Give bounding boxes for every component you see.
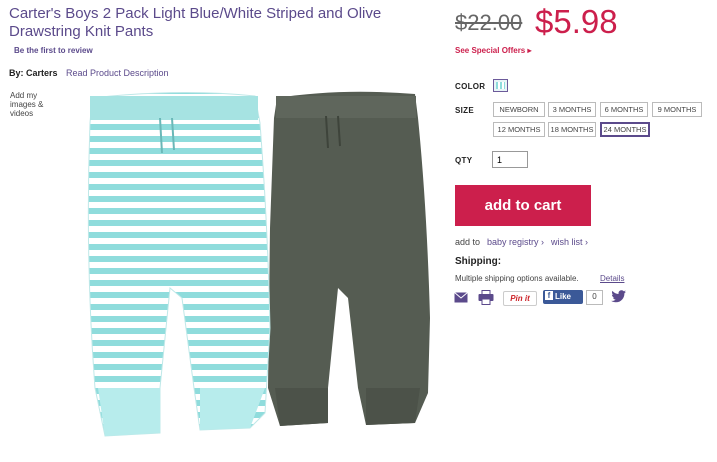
size-option-12-months[interactable]: 12 MONTHS [493, 122, 545, 137]
product-title: Carter's Boys 2 Pack Light Blue/White St… [9, 5, 382, 40]
brand-byline: By: Carters [9, 68, 58, 78]
sale-price: $5.98 [535, 3, 618, 40]
twitter-icon[interactable] [611, 290, 627, 303]
striped-pants [87, 91, 271, 437]
size-option-18-months[interactable]: 18 MONTHS [548, 122, 596, 137]
size-option-24-months[interactable]: 24 MONTHS [600, 122, 650, 137]
baby-registry-link[interactable]: baby registry › [487, 237, 544, 247]
quantity-input[interactable] [492, 151, 528, 168]
size-option-6-months[interactable]: 6 MONTHS [600, 102, 648, 117]
shipping-details-link[interactable]: Details [600, 274, 624, 283]
original-price: $22.00 [455, 10, 523, 35]
wish-list-link[interactable]: wish list › [551, 237, 588, 247]
color-label: COLOR [455, 82, 486, 91]
pinit-label: Pin it [510, 294, 530, 303]
facebook-icon: f [545, 291, 553, 300]
read-description-link[interactable]: Read Product Description [66, 68, 169, 78]
facebook-like-count: 0 [586, 290, 603, 305]
olive-pants [268, 91, 430, 426]
facebook-like-label: Like [555, 292, 572, 301]
write-review-link[interactable]: Be the first to review [14, 46, 93, 55]
product-image [87, 91, 430, 437]
size-option-9-months[interactable]: 9 MONTHS [652, 102, 702, 117]
shipping-text: Multiple shipping options available. [455, 274, 579, 283]
add-to-cart-button[interactable]: add to cart [455, 185, 591, 226]
add-to-label: add to [455, 237, 481, 247]
size-label: SIZE [455, 106, 474, 115]
facebook-like-button[interactable]: f Like [543, 290, 583, 304]
shipping-heading: Shipping: [455, 256, 502, 267]
pinterest-pin-button[interactable]: Pin it [503, 291, 537, 306]
size-option-3-months[interactable]: 3 MONTHS [548, 102, 596, 117]
email-icon[interactable] [454, 292, 468, 303]
color-swatch[interactable] [493, 79, 508, 92]
qty-label: QTY [455, 156, 473, 165]
print-icon[interactable] [478, 290, 494, 305]
size-option-newborn[interactable]: NEWBORN [493, 102, 545, 117]
special-offers-link[interactable]: See Special Offers ▸ [455, 46, 532, 55]
add-images-link[interactable]: Add my images & videos [10, 91, 50, 118]
